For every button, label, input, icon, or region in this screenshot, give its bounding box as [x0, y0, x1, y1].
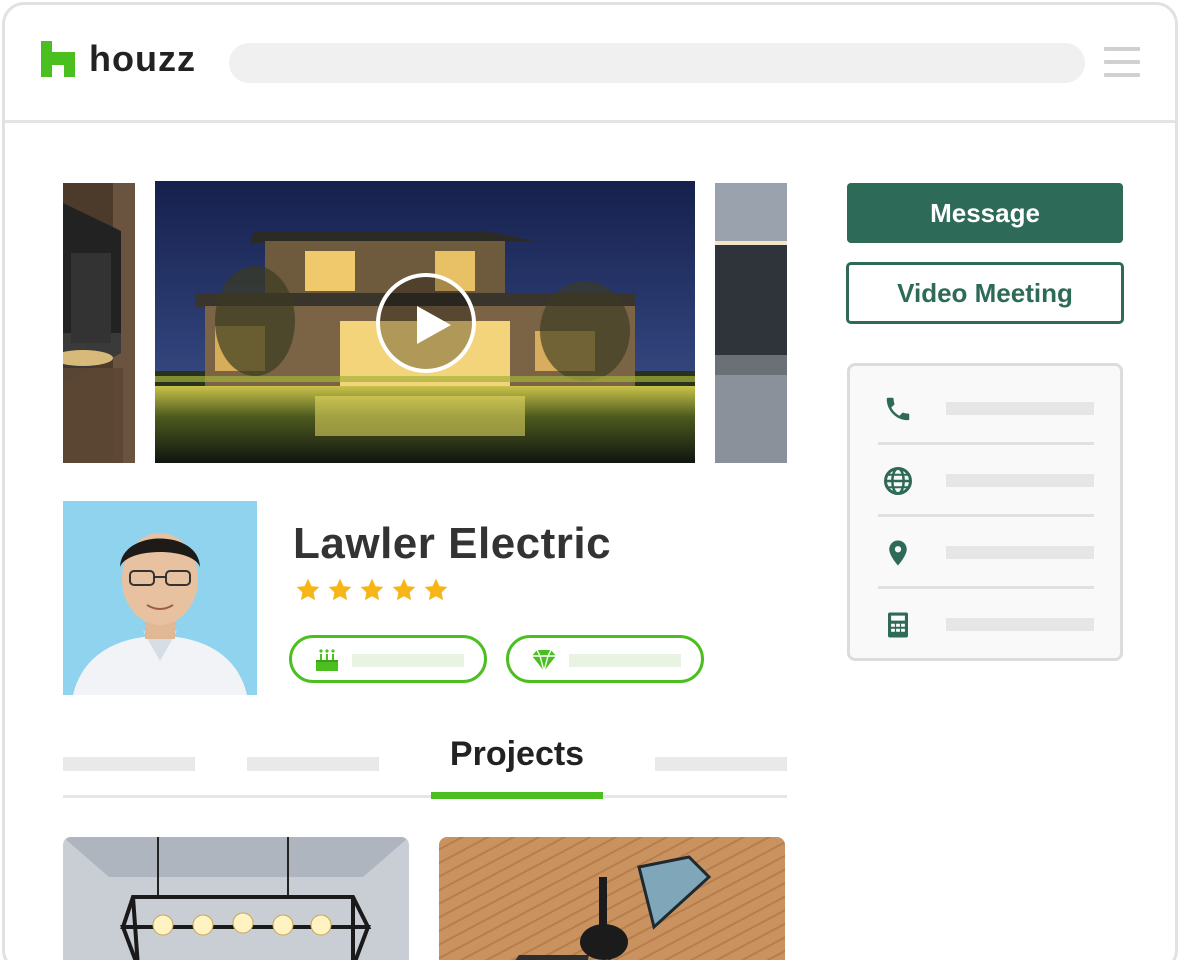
star-icon	[424, 578, 448, 601]
tab-divider	[63, 795, 787, 798]
play-icon	[417, 306, 451, 344]
website-text-placeholder	[946, 474, 1094, 487]
hamburger-menu-icon[interactable]	[1104, 47, 1140, 77]
phone-text-placeholder	[946, 402, 1094, 415]
video-meeting-button[interactable]: Video Meeting	[846, 262, 1124, 324]
message-button[interactable]: Message	[847, 183, 1123, 243]
tab-placeholder-1[interactable]	[63, 757, 195, 771]
featured-photo[interactable]	[155, 181, 695, 463]
wall-lamp-photo	[63, 183, 135, 463]
play-video-button[interactable]	[376, 273, 476, 373]
ceiling-fan-photo	[515, 855, 712, 960]
contact-row-website[interactable]	[878, 438, 1094, 517]
star-rating	[295, 577, 449, 603]
globe-icon	[884, 467, 912, 495]
chandelier-photo	[63, 837, 409, 960]
top-header: houzz	[5, 5, 1175, 123]
tab-placeholder-3[interactable]	[655, 757, 787, 771]
contact-row-cost-estimate[interactable]	[878, 582, 1094, 654]
pro-name: Lawler Electric	[293, 519, 612, 568]
active-tab-indicator	[431, 792, 603, 799]
gallery-next-photo[interactable]	[715, 183, 787, 463]
contact-row-phone[interactable]	[878, 366, 1094, 445]
gallery-prev-photo[interactable]	[63, 183, 135, 463]
cost-text-placeholder	[946, 618, 1094, 631]
anniversary-badge[interactable]	[289, 635, 487, 683]
award-badge[interactable]	[506, 635, 704, 683]
location-text-placeholder	[946, 546, 1094, 559]
star-icon	[328, 578, 352, 601]
badge-text-placeholder	[569, 654, 681, 667]
profile-photo	[63, 501, 257, 695]
project-card-chandelier[interactable]	[63, 837, 409, 960]
app-frame: houzz Lawler Electric Projects Message V…	[2, 2, 1178, 960]
phone-icon	[886, 397, 910, 421]
star-icon	[360, 578, 384, 601]
houzz-logo-icon	[41, 41, 75, 77]
brand-name: houzz	[89, 38, 196, 79]
project-card-ceiling-fan[interactable]	[439, 837, 785, 960]
contact-row-location[interactable]	[878, 510, 1094, 589]
location-pin-icon	[889, 540, 907, 566]
houzz-logo[interactable]: houzz	[41, 41, 196, 77]
contact-card	[847, 363, 1123, 661]
avatar	[63, 501, 257, 695]
tab-projects[interactable]: Projects	[431, 735, 603, 774]
star-icon	[392, 578, 416, 601]
anniversary-cake-icon	[316, 649, 338, 671]
tab-placeholder-2[interactable]	[247, 757, 379, 771]
badge-text-placeholder	[352, 654, 464, 667]
calculator-icon	[888, 612, 908, 638]
interior-photo	[715, 183, 787, 463]
diamond-icon	[532, 649, 556, 673]
star-icon	[296, 578, 320, 601]
search-input[interactable]	[229, 43, 1085, 83]
